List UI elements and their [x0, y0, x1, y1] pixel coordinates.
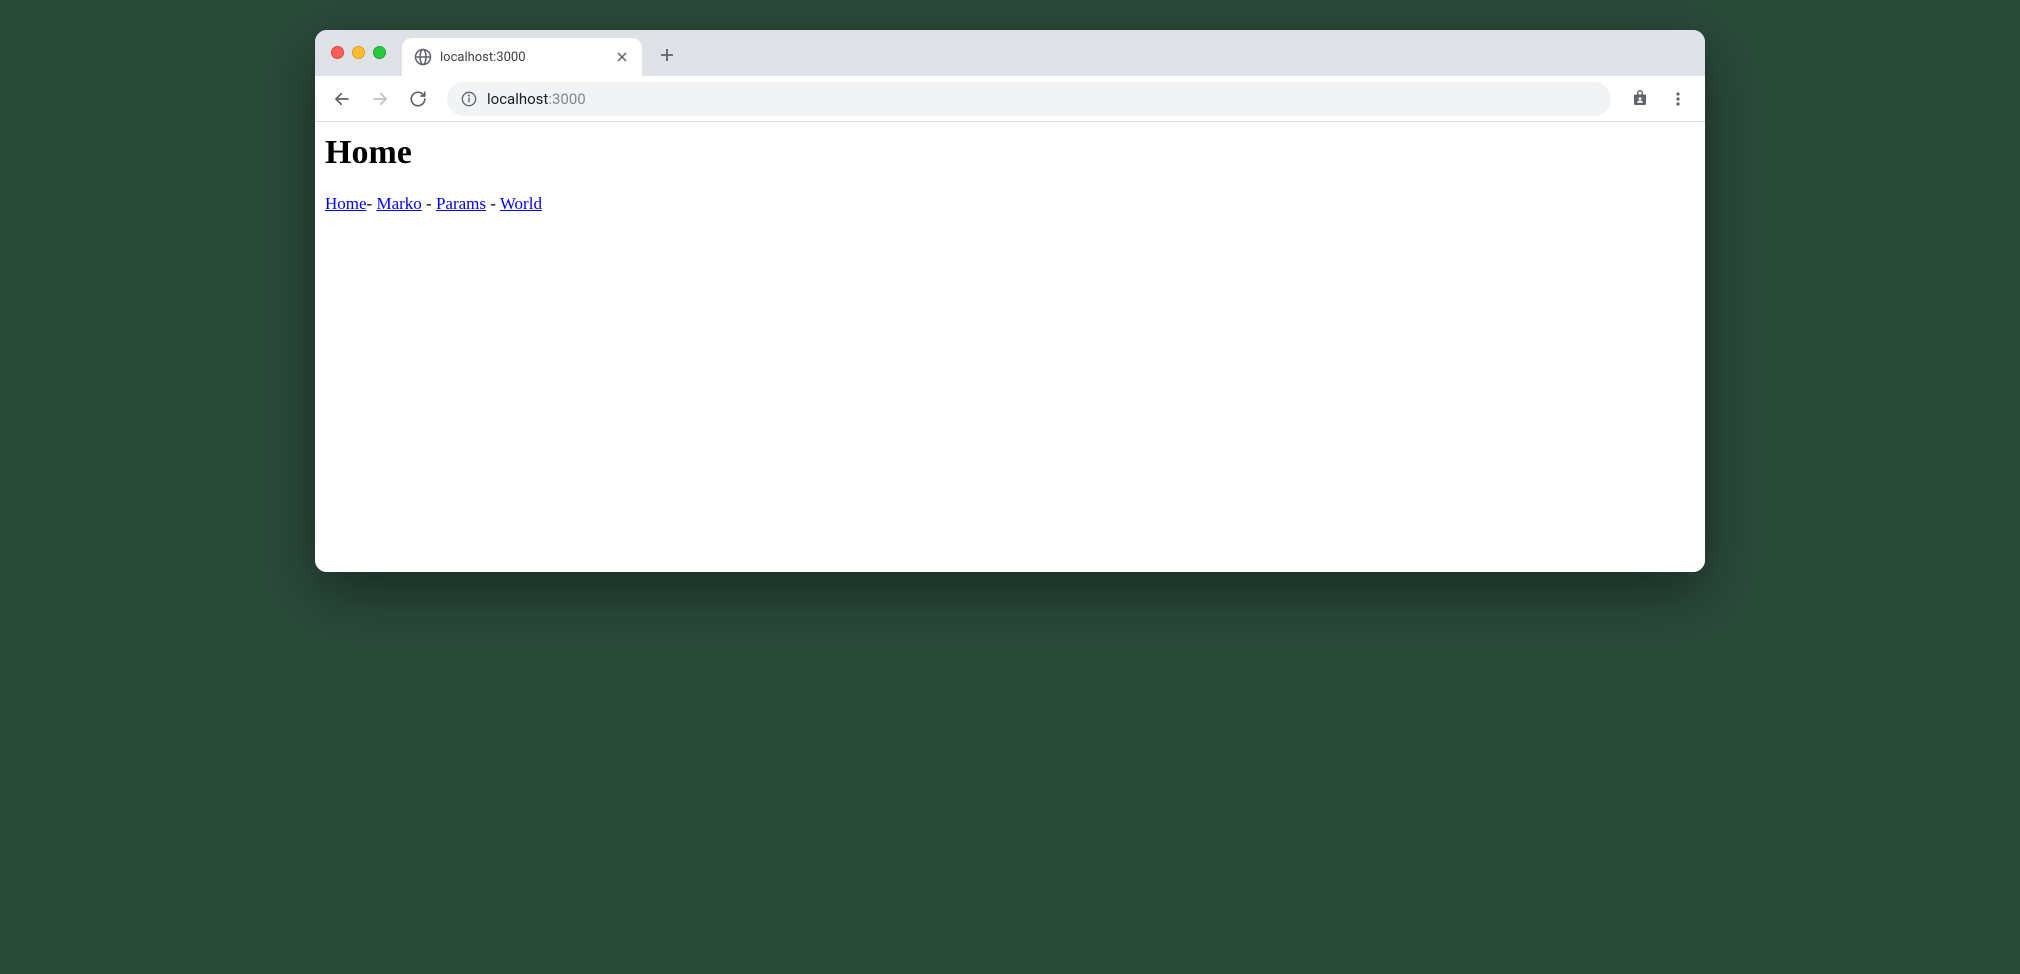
info-icon[interactable]	[461, 91, 477, 107]
nav-separator: -	[422, 194, 436, 213]
profile-button[interactable]	[1623, 82, 1657, 116]
menu-button[interactable]	[1661, 82, 1695, 116]
tab-close-button[interactable]	[614, 49, 630, 65]
window-controls	[325, 46, 396, 69]
address-text: localhost:3000	[487, 90, 1597, 108]
globe-icon	[414, 48, 432, 66]
window-minimize-button[interactable]	[352, 46, 365, 59]
page-content: Home Home- Marko - Params - World	[315, 122, 1705, 572]
tab-title: localhost:3000	[440, 50, 606, 65]
back-button[interactable]	[325, 82, 359, 116]
address-bar[interactable]: localhost:3000	[447, 82, 1611, 116]
address-port: :3000	[548, 90, 585, 108]
reload-button[interactable]	[401, 82, 435, 116]
tab-strip: localhost:3000	[315, 30, 1705, 76]
nav-links: Home- Marko - Params - World	[325, 194, 1695, 214]
link-marko[interactable]: Marko	[376, 194, 421, 213]
nav-separator: -	[486, 194, 500, 213]
page-heading: Home	[325, 134, 1695, 172]
forward-button[interactable]	[363, 82, 397, 116]
new-tab-button[interactable]	[652, 40, 682, 70]
browser-toolbar: localhost:3000	[315, 76, 1705, 122]
address-host: localhost	[487, 90, 548, 108]
nav-separator: -	[367, 194, 377, 213]
link-home[interactable]: Home	[325, 194, 367, 213]
link-world[interactable]: World	[500, 194, 542, 213]
window-close-button[interactable]	[331, 46, 344, 59]
browser-tab[interactable]: localhost:3000	[402, 38, 642, 76]
link-params[interactable]: Params	[436, 194, 486, 213]
window-maximize-button[interactable]	[373, 46, 386, 59]
browser-window: localhost:3000	[315, 30, 1705, 572]
